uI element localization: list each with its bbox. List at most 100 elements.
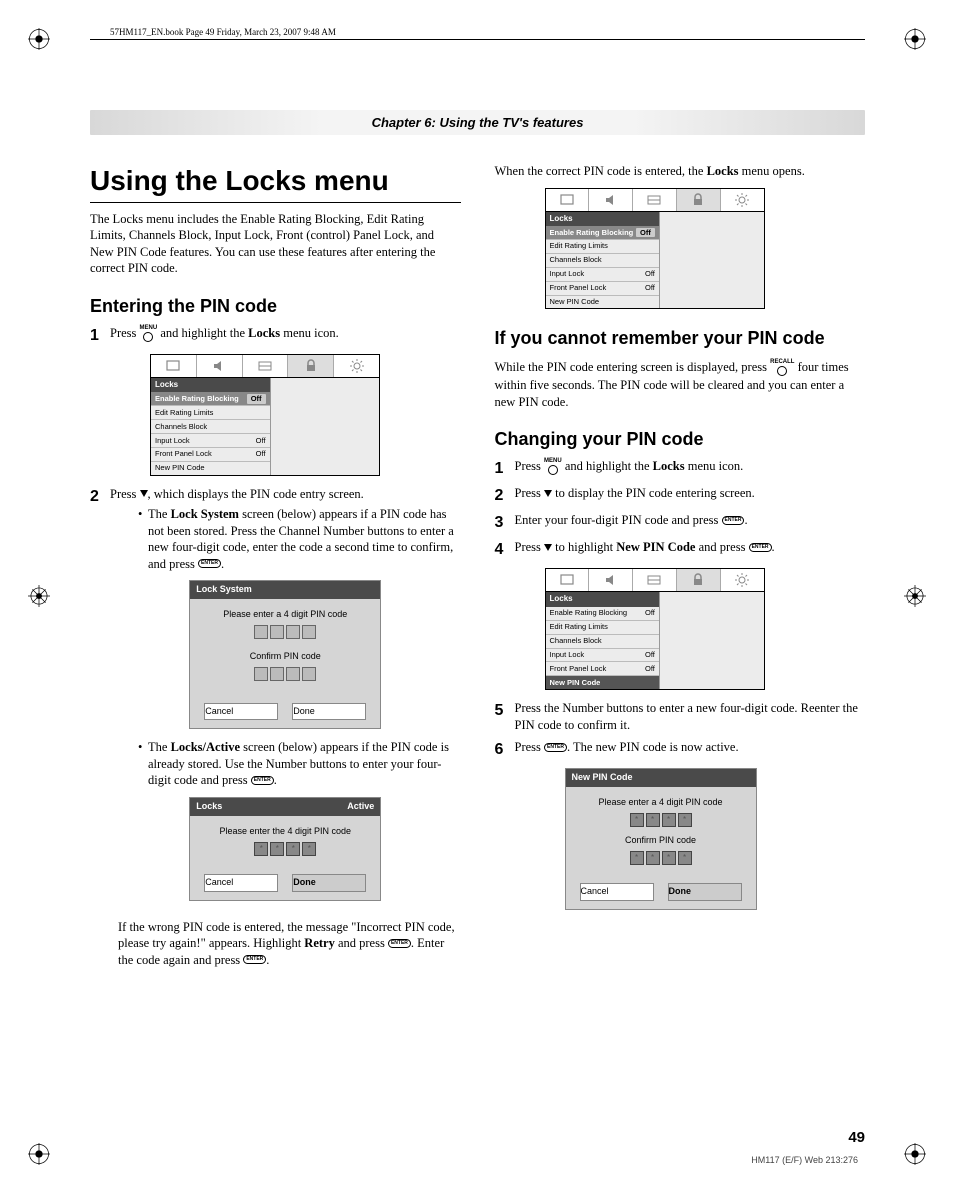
pin-boxes (196, 625, 374, 643)
heading-locks-menu: Using the Locks menu (90, 163, 461, 203)
osd-row: New PIN Code (151, 462, 270, 475)
menu-key-icon: MENU (140, 325, 158, 342)
step-number: 3 (495, 512, 515, 533)
done-button: Done (668, 883, 742, 901)
dialog-text: Please enter the 4 digit PIN code (196, 826, 374, 838)
osd-locks-newpin: Locks Enable Rating BlockingOff Edit Rat… (545, 568, 765, 690)
enter-key-icon: ENTER (251, 776, 274, 785)
tab-setup-icon (633, 189, 677, 211)
enter-key-icon: ENTER (243, 955, 266, 964)
crop-mark-icon (904, 28, 926, 50)
step-number: 5 (495, 700, 515, 733)
correct-pin-text: When the correct PIN code is entered, th… (495, 163, 866, 180)
bullet: The Lock System screen (below) appears i… (138, 506, 461, 572)
tab-setup-icon (633, 569, 677, 591)
text: Locks (248, 326, 280, 340)
tab-audio-icon (589, 569, 633, 591)
down-arrow-icon (544, 544, 552, 551)
intro-text: The Locks menu includes the Enable Ratin… (90, 211, 461, 277)
page-number: 49 (848, 1129, 865, 1146)
bookmark-line: 57HM117_EN.book Page 49 Friday, March 23… (90, 25, 865, 40)
step-number: 2 (495, 485, 515, 506)
step-number: 6 (495, 739, 515, 760)
enter-key-icon: ENTER (749, 543, 772, 552)
text: Press (110, 326, 140, 340)
crop-mark-icon (28, 1143, 50, 1165)
step-number: 1 (495, 458, 515, 479)
chapter-title: Chapter 6: Using the TV's features (90, 110, 865, 135)
cancel-button: Cancel (204, 703, 278, 721)
osd-row: Input LockOff (151, 434, 270, 448)
dialog-text: Confirm PIN code (572, 835, 750, 847)
left-column: Using the Locks menu The Locks menu incl… (90, 163, 461, 976)
osd-row: Enable Rating BlockingOff (546, 226, 659, 240)
osd-row: Input LockOff (546, 649, 659, 663)
step-number: 1 (90, 325, 110, 346)
osd-header: Locks (151, 378, 270, 393)
osd-row: Enable Rating BlockingOff (546, 607, 659, 621)
osd-row: Edit Rating Limits (546, 621, 659, 635)
dialog-title: New PIN Code (572, 772, 633, 784)
new-pin-dialog: New PIN Code Please enter a 4 digit PIN … (565, 768, 757, 910)
cannot-text: While the PIN code entering screen is di… (495, 359, 866, 410)
text: Press (110, 487, 140, 501)
step-3c: 3 Enter your four-digit PIN code and pre… (495, 512, 866, 533)
osd-locks-open: Locks Enable Rating BlockingOff Edit Rat… (545, 188, 765, 310)
wrong-pin-text: If the wrong PIN code is entered, the me… (118, 919, 461, 969)
osd-row: Edit Rating Limits (151, 406, 270, 420)
osd-row: Channels Block (546, 254, 659, 268)
heading-cannot-remember: If you cannot remember your PIN code (495, 327, 866, 351)
dialog-text: Please enter a 4 digit PIN code (196, 609, 374, 621)
locks-active-dialog: Locks Active Please enter the 4 digit PIN… (189, 797, 381, 901)
step-number: 2 (90, 486, 110, 911)
tab-setup-icon (243, 355, 289, 377)
tab-locks-icon (288, 355, 334, 377)
step-2: 2 Press , which displays the PIN code en… (90, 486, 461, 911)
osd-row: Input LockOff (546, 268, 659, 282)
dialog-text: Please enter a 4 digit PIN code (572, 797, 750, 809)
cancel-button: Cancel (204, 874, 278, 892)
osd-row: Channels Block (151, 420, 270, 434)
enter-key-icon: ENTER (388, 939, 411, 948)
pin-boxes: **** (572, 851, 750, 865)
dialog-title: Locks (196, 801, 222, 813)
cancel-button: Cancel (580, 883, 654, 901)
step-4c: 4 Press to highlight New PIN Code and pr… (495, 539, 866, 560)
step-5c: 5 Press the Number buttons to enter a ne… (495, 700, 866, 733)
tab-pref-icon (721, 569, 764, 591)
crop-mark-icon (904, 1143, 926, 1165)
down-arrow-icon (140, 490, 148, 497)
osd-row: Channels Block (546, 635, 659, 649)
osd-locks-menu: Locks Enable Rating BlockingOff Edit Rat… (150, 354, 380, 476)
done-button: Done (292, 703, 366, 721)
osd-row: Front Panel LockOff (151, 448, 270, 462)
down-arrow-icon (544, 490, 552, 497)
osd-header: Locks (546, 592, 659, 607)
step-6c: 6 Press ENTER. The new PIN code is now a… (495, 739, 866, 760)
text: , which displays the PIN code entry scre… (148, 487, 364, 501)
dialog-text: Confirm PIN code (196, 651, 374, 663)
enter-key-icon: ENTER (544, 743, 567, 752)
tab-audio-icon (589, 189, 633, 211)
step-2c: 2 Press to display the PIN code entering… (495, 485, 866, 506)
done-button: Done (292, 874, 366, 892)
tab-locks-icon (677, 189, 721, 211)
pin-boxes (196, 667, 374, 685)
step-1c: 1 Press MENU and highlight the Locks men… (495, 458, 866, 479)
crop-mark-icon (904, 585, 926, 607)
tab-picture-icon (546, 569, 590, 591)
tab-pref-icon (334, 355, 379, 377)
osd-row: Front Panel LockOff (546, 282, 659, 296)
heading-changing-pin: Changing your PIN code (495, 428, 866, 452)
step-number: 4 (495, 539, 515, 560)
tab-audio-icon (197, 355, 243, 377)
tab-picture-icon (546, 189, 590, 211)
tab-pref-icon (721, 189, 764, 211)
pin-boxes: **** (196, 842, 374, 856)
crop-mark-icon (28, 585, 50, 607)
dialog-status: Active (347, 801, 374, 813)
bullet: The Locks/Active screen (below) appears … (138, 739, 461, 789)
osd-row: Enable Rating BlockingOff (151, 392, 270, 406)
pin-boxes: **** (572, 813, 750, 827)
dialog-title: Lock System (196, 584, 252, 596)
